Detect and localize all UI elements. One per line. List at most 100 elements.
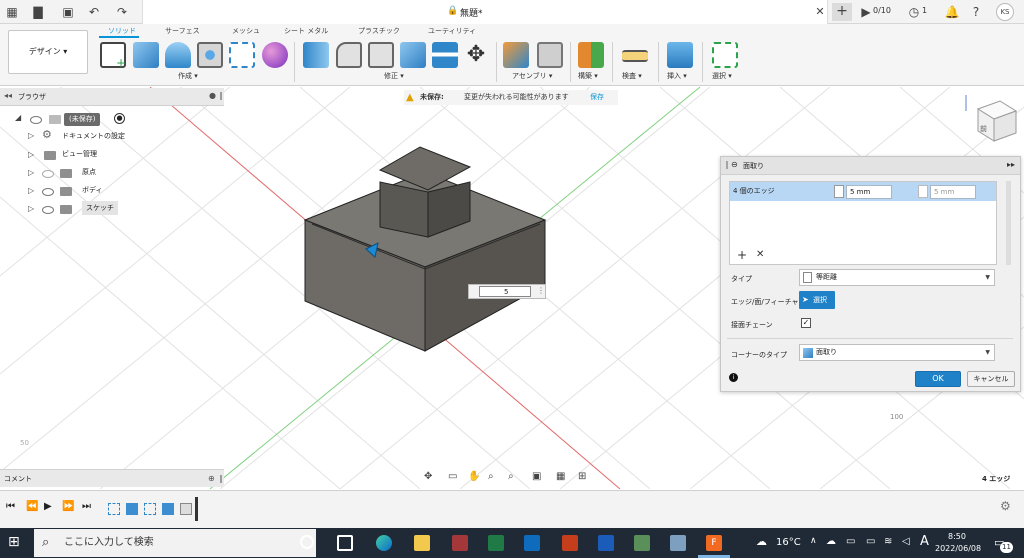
save-icon[interactable]: ▣ [60,4,76,20]
tree-expand-icon[interactable]: ◢ [15,113,23,122]
inspect-group-label[interactable]: 検査 ▾ [622,71,642,81]
go-to-end-icon[interactable]: ⏭ [82,501,91,512]
outlook-icon[interactable] [524,535,540,551]
document-tab[interactable]: 🔒 [142,0,828,24]
more-icon[interactable]: ⋮ [537,286,545,295]
add-comment-icon[interactable]: ⊕ [208,470,215,488]
task-view-icon[interactable] [337,535,353,551]
taskbar-search-box[interactable]: ⌕ ここに入力して検索 [34,529,316,557]
new-tab-icon[interactable]: + [832,3,852,21]
fillet-icon[interactable] [336,42,362,68]
hole-icon[interactable] [197,42,223,68]
tab-plastic[interactable]: プラスチック [358,26,400,36]
offset-face-icon[interactable] [432,42,458,68]
tab-sheet-metal[interactable]: シート メタル [284,26,328,36]
tab-utility[interactable]: ユーティリティ [428,26,476,36]
pattern-icon[interactable] [229,42,255,68]
timeline-extrude-icon[interactable] [126,503,138,515]
ime-indicator[interactable]: A [920,534,929,549]
display-settings-icon[interactable]: ▣ [532,471,541,482]
press-pull-icon[interactable] [303,42,329,68]
network-icon[interactable]: ▭ [846,536,855,547]
move-icon[interactable]: ✥ [463,42,489,68]
tree-item-origin[interactable]: 原点 [82,165,96,179]
remove-icon[interactable]: ✕ [756,249,764,260]
workspace-selector[interactable]: デザイン ▾ [8,30,88,74]
tree-item-named-views[interactable]: ビュー管理 [62,147,97,161]
tab-mesh[interactable]: メッシュ [232,26,260,36]
expand-dialog-icon[interactable]: ▸▸ [1007,160,1015,169]
windows-start-icon[interactable]: ⊞ [8,534,20,550]
assemble-group-label[interactable]: アセンブリ ▾ [512,71,552,81]
ok-button[interactable]: OK [915,371,961,387]
zoom-icon[interactable]: ⌕ [488,471,494,482]
construct-group-label[interactable]: 構築 ▾ [578,71,598,81]
timeline-sketch-icon[interactable] [144,503,156,515]
select-button[interactable]: ➤ 選択 [799,291,835,309]
tree-item-bodies[interactable]: ボディ [82,183,103,197]
scrollbar[interactable] [1006,181,1011,265]
select-group-label[interactable]: 選択 ▾ [712,71,732,81]
onedrive-icon[interactable]: ☁ [826,536,836,547]
timeline-marker[interactable] [195,497,198,521]
tangent-chain-checkbox[interactable]: ✓ [801,318,811,328]
close-tab-icon[interactable]: ✕ [812,4,828,20]
collapse-icon[interactable]: ⊖ [731,160,738,169]
job-status-icon[interactable]: ▶ [858,4,874,20]
fit-icon[interactable]: ⌕ [508,471,514,482]
save-link[interactable]: 保存 [590,90,604,105]
select-icon[interactable] [712,42,738,68]
undo-icon[interactable]: ↶ [86,4,102,20]
user-avatar[interactable]: KS [996,3,1014,21]
insert-image-icon[interactable] [667,42,693,68]
browser-options-icon[interactable]: ● [209,91,216,100]
chamfer-icon[interactable] [368,42,394,68]
combine-icon[interactable] [400,42,426,68]
look-at-icon[interactable]: ▭ [448,471,457,482]
viewports-icon[interactable]: ⊞ [578,471,586,482]
tree-expand-icon[interactable]: ▷ [28,186,36,195]
tree-expand-icon[interactable]: ▷ [28,150,36,159]
orbit-icon[interactable]: ✥ [424,471,432,482]
new-component-icon[interactable] [503,42,529,68]
step-back-icon[interactable]: ⏪ [26,501,38,512]
cortana-icon[interactable] [300,535,314,549]
info-icon[interactable]: i [729,373,738,382]
play-icon[interactable]: ▶ [44,501,52,512]
fusion360-icon[interactable]: F [706,535,722,551]
tree-expand-icon[interactable]: ▷ [28,204,36,213]
clock-date[interactable]: 2022/06/08 [935,544,981,553]
word-icon[interactable] [598,535,614,551]
dimension-value-field[interactable]: 5 [479,286,531,297]
gear-icon[interactable]: ⚙ [1000,499,1011,513]
clock-time[interactable]: 8:50 [948,532,966,541]
go-to-start-icon[interactable]: ⏮ [6,501,15,512]
plane-icon[interactable] [578,42,604,68]
tree-item-document-settings[interactable]: ドキュメントの設定 [62,129,125,143]
activate-radio-icon[interactable]: ● [114,113,125,124]
drag-handle-icon[interactable]: ‖ [725,160,729,169]
tree-item-sketches[interactable]: スケッチ [82,201,118,215]
type-dropdown[interactable]: 等距離 ▼ [799,269,995,286]
tab-surface[interactable]: サーフェス [165,26,200,36]
tree-expand-icon[interactable]: ▷ [28,168,36,177]
modify-group-label[interactable]: 修正 ▾ [384,71,404,81]
timeline-extrude-icon[interactable] [162,503,174,515]
app-grid-icon[interactable]: ▦ [4,4,20,20]
add-icon[interactable]: + [737,248,747,262]
pan-hand-icon[interactable]: ✋ [468,471,480,482]
tab-solid[interactable]: ソリッド [108,26,136,36]
extrude-icon[interactable] [133,42,159,68]
grid-settings-icon[interactable]: ▦ [556,471,565,482]
file-menu-icon[interactable]: ▇ [30,4,46,20]
cancel-button[interactable]: キャンセル [967,371,1015,387]
joint-icon[interactable] [537,42,563,68]
timeline-chamfer-icon[interactable] [180,503,192,515]
collapse-panel-icon[interactable]: ◂◂ [4,91,12,100]
drag-handle-icon[interactable]: ‖ [219,470,223,488]
edge-icon[interactable] [376,535,392,551]
corner-type-dropdown[interactable]: 面取り ▼ [799,344,995,361]
app-icon[interactable] [670,535,686,551]
create-group-label[interactable]: 作成 ▾ [178,71,198,81]
distance-field-1[interactable]: 5 mm [846,185,892,199]
